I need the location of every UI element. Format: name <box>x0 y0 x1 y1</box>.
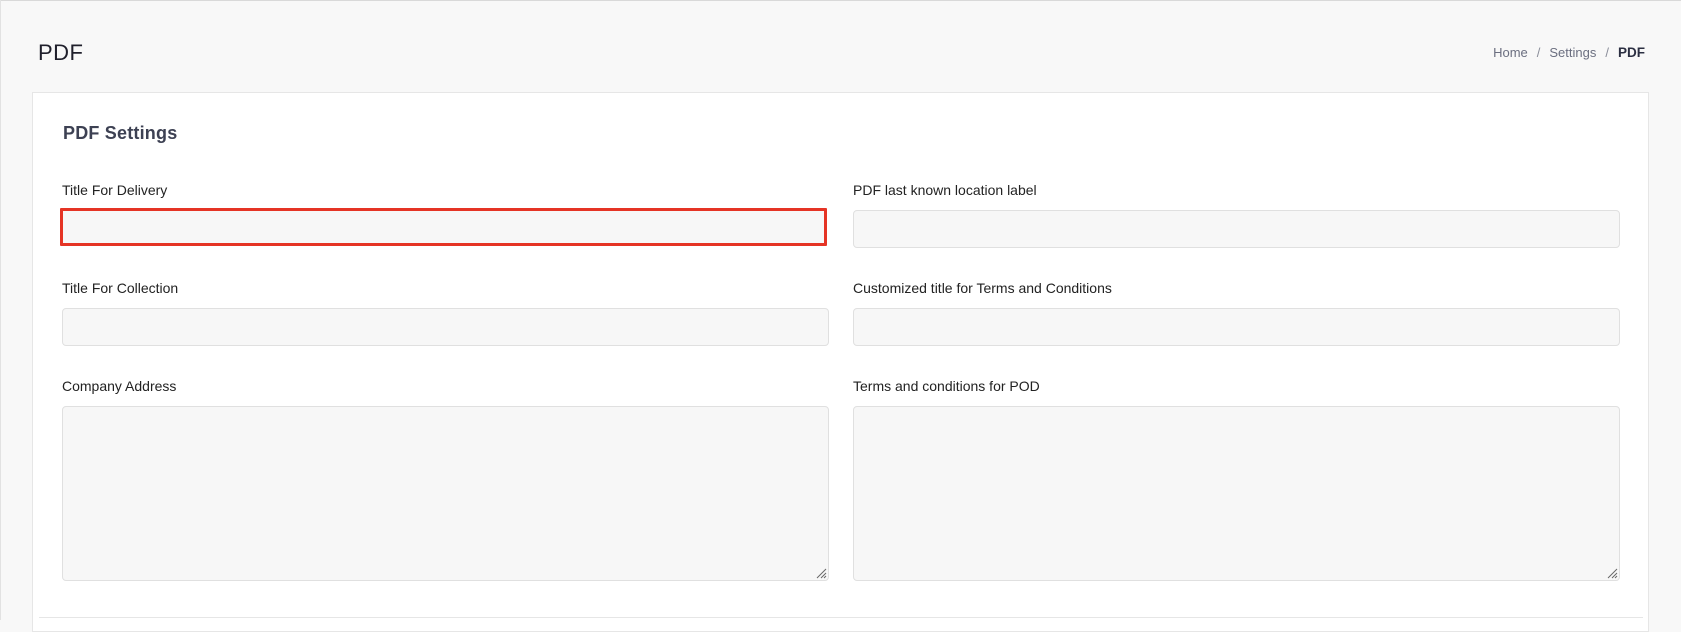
window-left-border <box>0 0 1 620</box>
breadcrumb: Home / Settings / PDF <box>1493 45 1645 60</box>
card-section-divider <box>39 617 1643 618</box>
title-for-delivery-input[interactable] <box>60 208 827 246</box>
company-address-label: Company Address <box>62 378 177 394</box>
window-top-border <box>0 0 1681 1</box>
terms-for-pod-textarea[interactable] <box>853 406 1620 581</box>
title-for-delivery-label: Title For Delivery <box>62 182 168 198</box>
pdf-last-known-location-input[interactable] <box>853 210 1620 248</box>
title-for-collection-input[interactable] <box>62 308 829 346</box>
title-for-collection-label: Title For Collection <box>62 280 179 296</box>
card-title: PDF Settings <box>63 123 178 143</box>
breadcrumb-settings-link[interactable]: Settings <box>1549 45 1596 60</box>
breadcrumb-home-link[interactable]: Home <box>1493 45 1528 60</box>
customized-title-terms-input[interactable] <box>853 308 1620 346</box>
terms-for-pod-label: Terms and conditions for POD <box>853 378 1040 394</box>
breadcrumb-separator: / <box>1605 45 1609 60</box>
company-address-textarea[interactable] <box>62 406 829 581</box>
breadcrumb-separator: / <box>1536 45 1541 60</box>
pdf-settings-card: PDF Settings Title For Delivery PDF last… <box>32 92 1649 632</box>
resize-grip-icon[interactable] <box>1606 567 1618 579</box>
pdf-last-known-location-label: PDF last known location label <box>853 182 1037 198</box>
page-title: PDF <box>38 40 84 65</box>
customized-title-terms-label: Customized title for Terms and Condition… <box>853 280 1112 296</box>
resize-grip-icon[interactable] <box>815 567 827 579</box>
breadcrumb-current: PDF <box>1618 45 1645 60</box>
